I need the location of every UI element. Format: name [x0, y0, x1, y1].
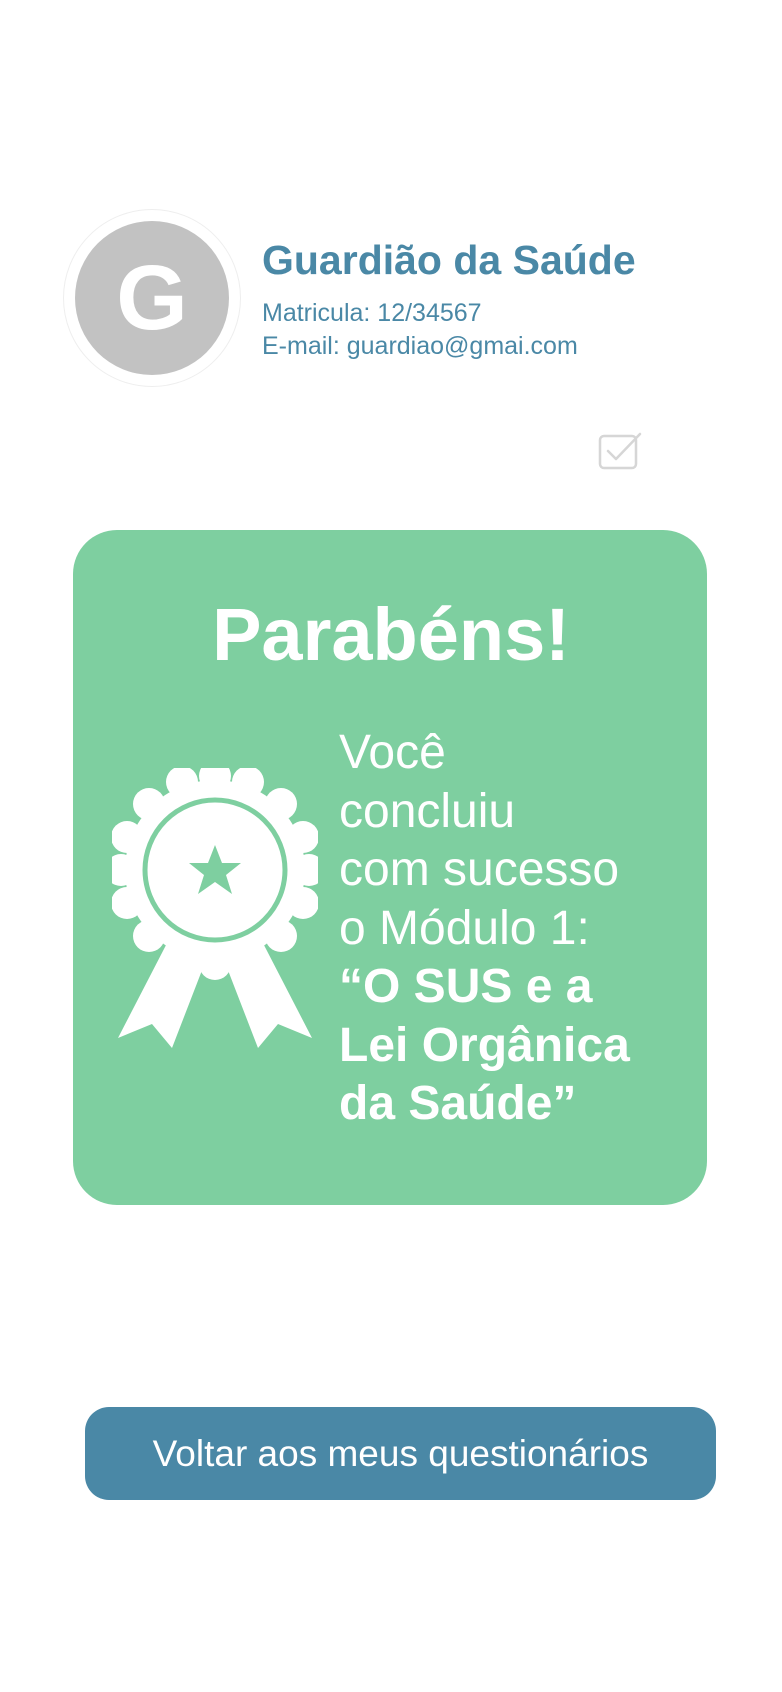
card-message: Você concluiu com sucesso o Módulo 1: “O… [339, 724, 679, 1134]
back-to-questionnaires-button[interactable]: Voltar aos meus questionários [85, 1407, 716, 1500]
user-name: Guardião da Saúde [262, 237, 636, 283]
module-name: “O SUS e a Lei Orgânica da Saúde” [339, 960, 630, 1130]
message-line: Você [339, 726, 446, 779]
card-title: Parabéns! [212, 593, 570, 676]
message-line: concluiu [339, 784, 516, 838]
award-ribbon-icon [112, 768, 318, 1048]
user-email: E-mail: guardiao@gmai.com [262, 332, 578, 360]
message-line: o Módulo 1: [339, 901, 590, 955]
checkbox-checked-icon [598, 432, 642, 470]
message-line: com sucesso [339, 843, 620, 896]
avatar-initial: G [75, 221, 229, 375]
user-registration: Matricula: 12/34567 [262, 299, 482, 327]
avatar: G [63, 209, 241, 387]
